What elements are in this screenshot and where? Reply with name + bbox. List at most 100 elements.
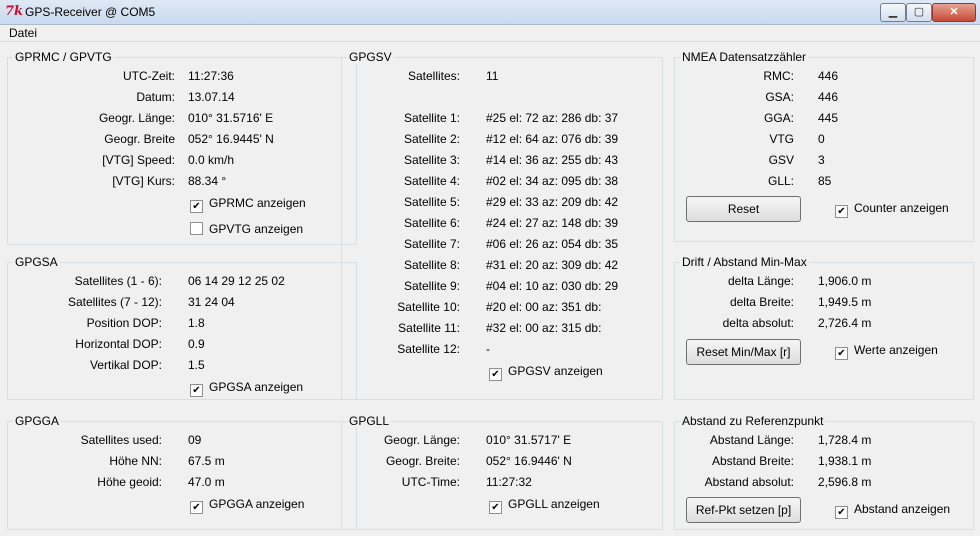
gsv-count-label: Satellites: <box>407 69 460 83</box>
gsv-satellite-value: #06 el: 26 az: 054 db: 35 <box>486 237 619 251</box>
gsv-satellite-label: Satellite 9: <box>403 279 460 293</box>
gsv-satellite-label: Satellite 8: <box>403 258 460 272</box>
abstand-checkbox-label: Abstand anzeigen <box>854 502 951 516</box>
gpgll-checkbox-label: GPGLL anzeigen <box>508 497 600 511</box>
minimize-button[interactable]: ▁ <box>880 3 906 22</box>
gsv-satellite-value: - <box>486 342 490 356</box>
tk-feather-icon[interactable]: 7k <box>5 4 23 20</box>
sat-1-6-label: Satellites (1 - 6): <box>74 274 162 288</box>
gpgsa-group: GPGSA <box>7 255 357 400</box>
breite-value: 052° 16.9445' N <box>188 132 274 146</box>
gsv-satellite-label: Satellite 4: <box>403 174 460 188</box>
gpvtg-checkbox-label: GPVTG anzeigen <box>209 222 304 236</box>
hdop-label: Horizontal DOP: <box>75 337 162 351</box>
hdop-value: 0.9 <box>188 337 205 351</box>
kurs-value: 88.34 ° <box>188 174 227 188</box>
close-button[interactable]: ✕ <box>932 3 976 22</box>
rmc-count-value: 446 <box>818 69 839 83</box>
gprmc-checkbox[interactable]: ✔ GPRMC anzeigen <box>190 197 306 213</box>
delta-breite-value: 1,949.5 m <box>818 295 872 309</box>
ref-pkt-button[interactable]: Ref-Pkt setzen [p] <box>686 497 801 523</box>
gpgga-checkbox[interactable]: ✔ GPGGA anzeigen <box>190 498 304 514</box>
maximize-button[interactable]: ▢ <box>906 3 932 22</box>
gga-count-label: GGA: <box>763 111 794 125</box>
vtg-count-value: 0 <box>818 132 825 146</box>
gpgll-group-title: GPGLL <box>347 414 392 428</box>
gprmc-group: GPRMC / GPVTG <box>7 50 357 245</box>
vdop-label: Vertikal DOP: <box>89 358 162 372</box>
utc-zeit-label: UTC-Zeit: <box>123 69 175 83</box>
unchecked-box[interactable] <box>190 222 203 235</box>
sat-used-value: 09 <box>188 433 202 447</box>
check-icon[interactable]: ✔ <box>489 368 502 381</box>
gsv-satellite-label: Satellite 7: <box>403 237 460 251</box>
title-bar: 7k GPS-Receiver @ COM5 ▁ ▢ ✕ <box>0 0 980 25</box>
delta-absolut-label: delta absolut: <box>722 316 794 330</box>
gsv-satellite-value: #32 el: 00 az: 315 db: <box>486 321 602 335</box>
reset-counter-button[interactable]: Reset <box>686 196 801 222</box>
gll-utc-value: 11:27:32 <box>486 475 532 489</box>
speed-value: 0.0 km/h <box>188 153 235 167</box>
gga-count-value: 445 <box>818 111 839 125</box>
gsv-satellite-value: #24 el: 27 az: 148 db: 39 <box>486 216 619 230</box>
referenz-group-title: Abstand zu Referenzpunkt <box>680 414 826 428</box>
gpgsv-group-title: GPGSV <box>347 50 394 64</box>
gpgsv-checkbox[interactable]: ✔ GPGSV anzeigen <box>489 365 603 381</box>
sat-used-label: Satellites used: <box>80 433 162 447</box>
gprmc-group-title: GPRMC / GPVTG <box>13 50 114 64</box>
gsv-satellite-label: Satellite 3: <box>403 153 460 167</box>
check-icon[interactable]: ✔ <box>190 501 203 514</box>
rmc-count-label: RMC: <box>763 69 794 83</box>
gpgsa-checkbox[interactable]: ✔ GPGSA anzeigen <box>190 381 303 397</box>
check-icon[interactable]: ✔ <box>835 506 848 519</box>
gsv-satellite-value: #14 el: 36 az: 255 db: 43 <box>486 153 619 167</box>
gpgga-checkbox-label: GPGGA anzeigen <box>209 497 305 511</box>
hoehe-geoid-label: Höhe geoid: <box>97 475 162 489</box>
check-icon[interactable]: ✔ <box>190 384 203 397</box>
gsv-satellite-value: #20 el: 00 az: 351 db: <box>486 300 602 314</box>
sat-7-12-label: Satellites (7 - 12): <box>67 295 162 309</box>
abstand-absolut-label: Abstand absolut: <box>704 475 794 489</box>
gsv-satellite-value: #25 el: 72 az: 286 db: 37 <box>486 111 619 125</box>
menu-datei[interactable]: Datei <box>9 26 37 40</box>
check-icon[interactable]: ✔ <box>190 200 203 213</box>
gll-breite-value: 052° 16.9446' N <box>486 454 572 468</box>
delta-absolut-value: 2,726.4 m <box>818 316 872 330</box>
abstand-breite-label: Abstand Breite: <box>711 454 794 468</box>
menu-bar: Datei <box>0 25 980 42</box>
gpgsa-checkbox-label: GPGSA anzeigen <box>209 380 304 394</box>
abstand-checkbox[interactable]: ✔ Abstand anzeigen <box>835 503 950 519</box>
gsv-satellite-label: Satellite 1: <box>403 111 460 125</box>
gsv-satellite-label: Satellite 10: <box>397 300 460 314</box>
gpvtg-checkbox[interactable]: GPVTG anzeigen <box>190 222 303 236</box>
gsv-satellite-label: Satellite 12: <box>397 342 460 356</box>
gsv-count2-value: 3 <box>818 153 825 167</box>
check-icon[interactable]: ✔ <box>835 205 848 218</box>
check-icon[interactable]: ✔ <box>835 347 848 360</box>
gpgll-checkbox[interactable]: ✔ GPGLL anzeigen <box>489 498 600 514</box>
delta-breite-label: delta Breite: <box>729 295 794 309</box>
werte-checkbox[interactable]: ✔ Werte anzeigen <box>835 344 938 360</box>
gpgga-group-title: GPGGA <box>13 414 62 428</box>
check-icon[interactable]: ✔ <box>489 501 502 514</box>
vtg-count-label: VTG <box>769 132 794 146</box>
window-title: GPS-Receiver @ COM5 <box>25 5 156 19</box>
gsv-satellite-label: Satellite 6: <box>403 216 460 230</box>
abstand-laenge-value: 1,728.4 m <box>818 433 872 447</box>
gsa-count-value: 446 <box>818 90 839 104</box>
hoehe-nn-value: 67.5 m <box>188 454 225 468</box>
kurs-label: [VTG] Kurs: <box>112 174 175 188</box>
gsv-satellite-label: Satellite 11: <box>398 321 460 335</box>
datum-value: 13.07.14 <box>188 90 235 104</box>
pdop-value: 1.8 <box>188 316 205 330</box>
breite-label: Geogr. Breite <box>104 132 175 146</box>
counter-checkbox[interactable]: ✔ Counter anzeigen <box>835 202 949 218</box>
gsv-satellite-value: #29 el: 33 az: 209 db: 42 <box>486 195 619 209</box>
reset-minmax-button[interactable]: Reset Min/Max [r] <box>686 339 801 365</box>
gpgga-group: GPGGA <box>7 414 357 530</box>
nmea-group-title: NMEA Datensatzzähler <box>680 50 809 64</box>
pdop-label: Position DOP: <box>86 316 162 330</box>
abstand-absolut-value: 2,596.8 m <box>818 475 872 489</box>
gsv-satellite-value: #31 el: 20 az: 309 db: 42 <box>486 258 619 272</box>
vdop-value: 1.5 <box>188 358 205 372</box>
